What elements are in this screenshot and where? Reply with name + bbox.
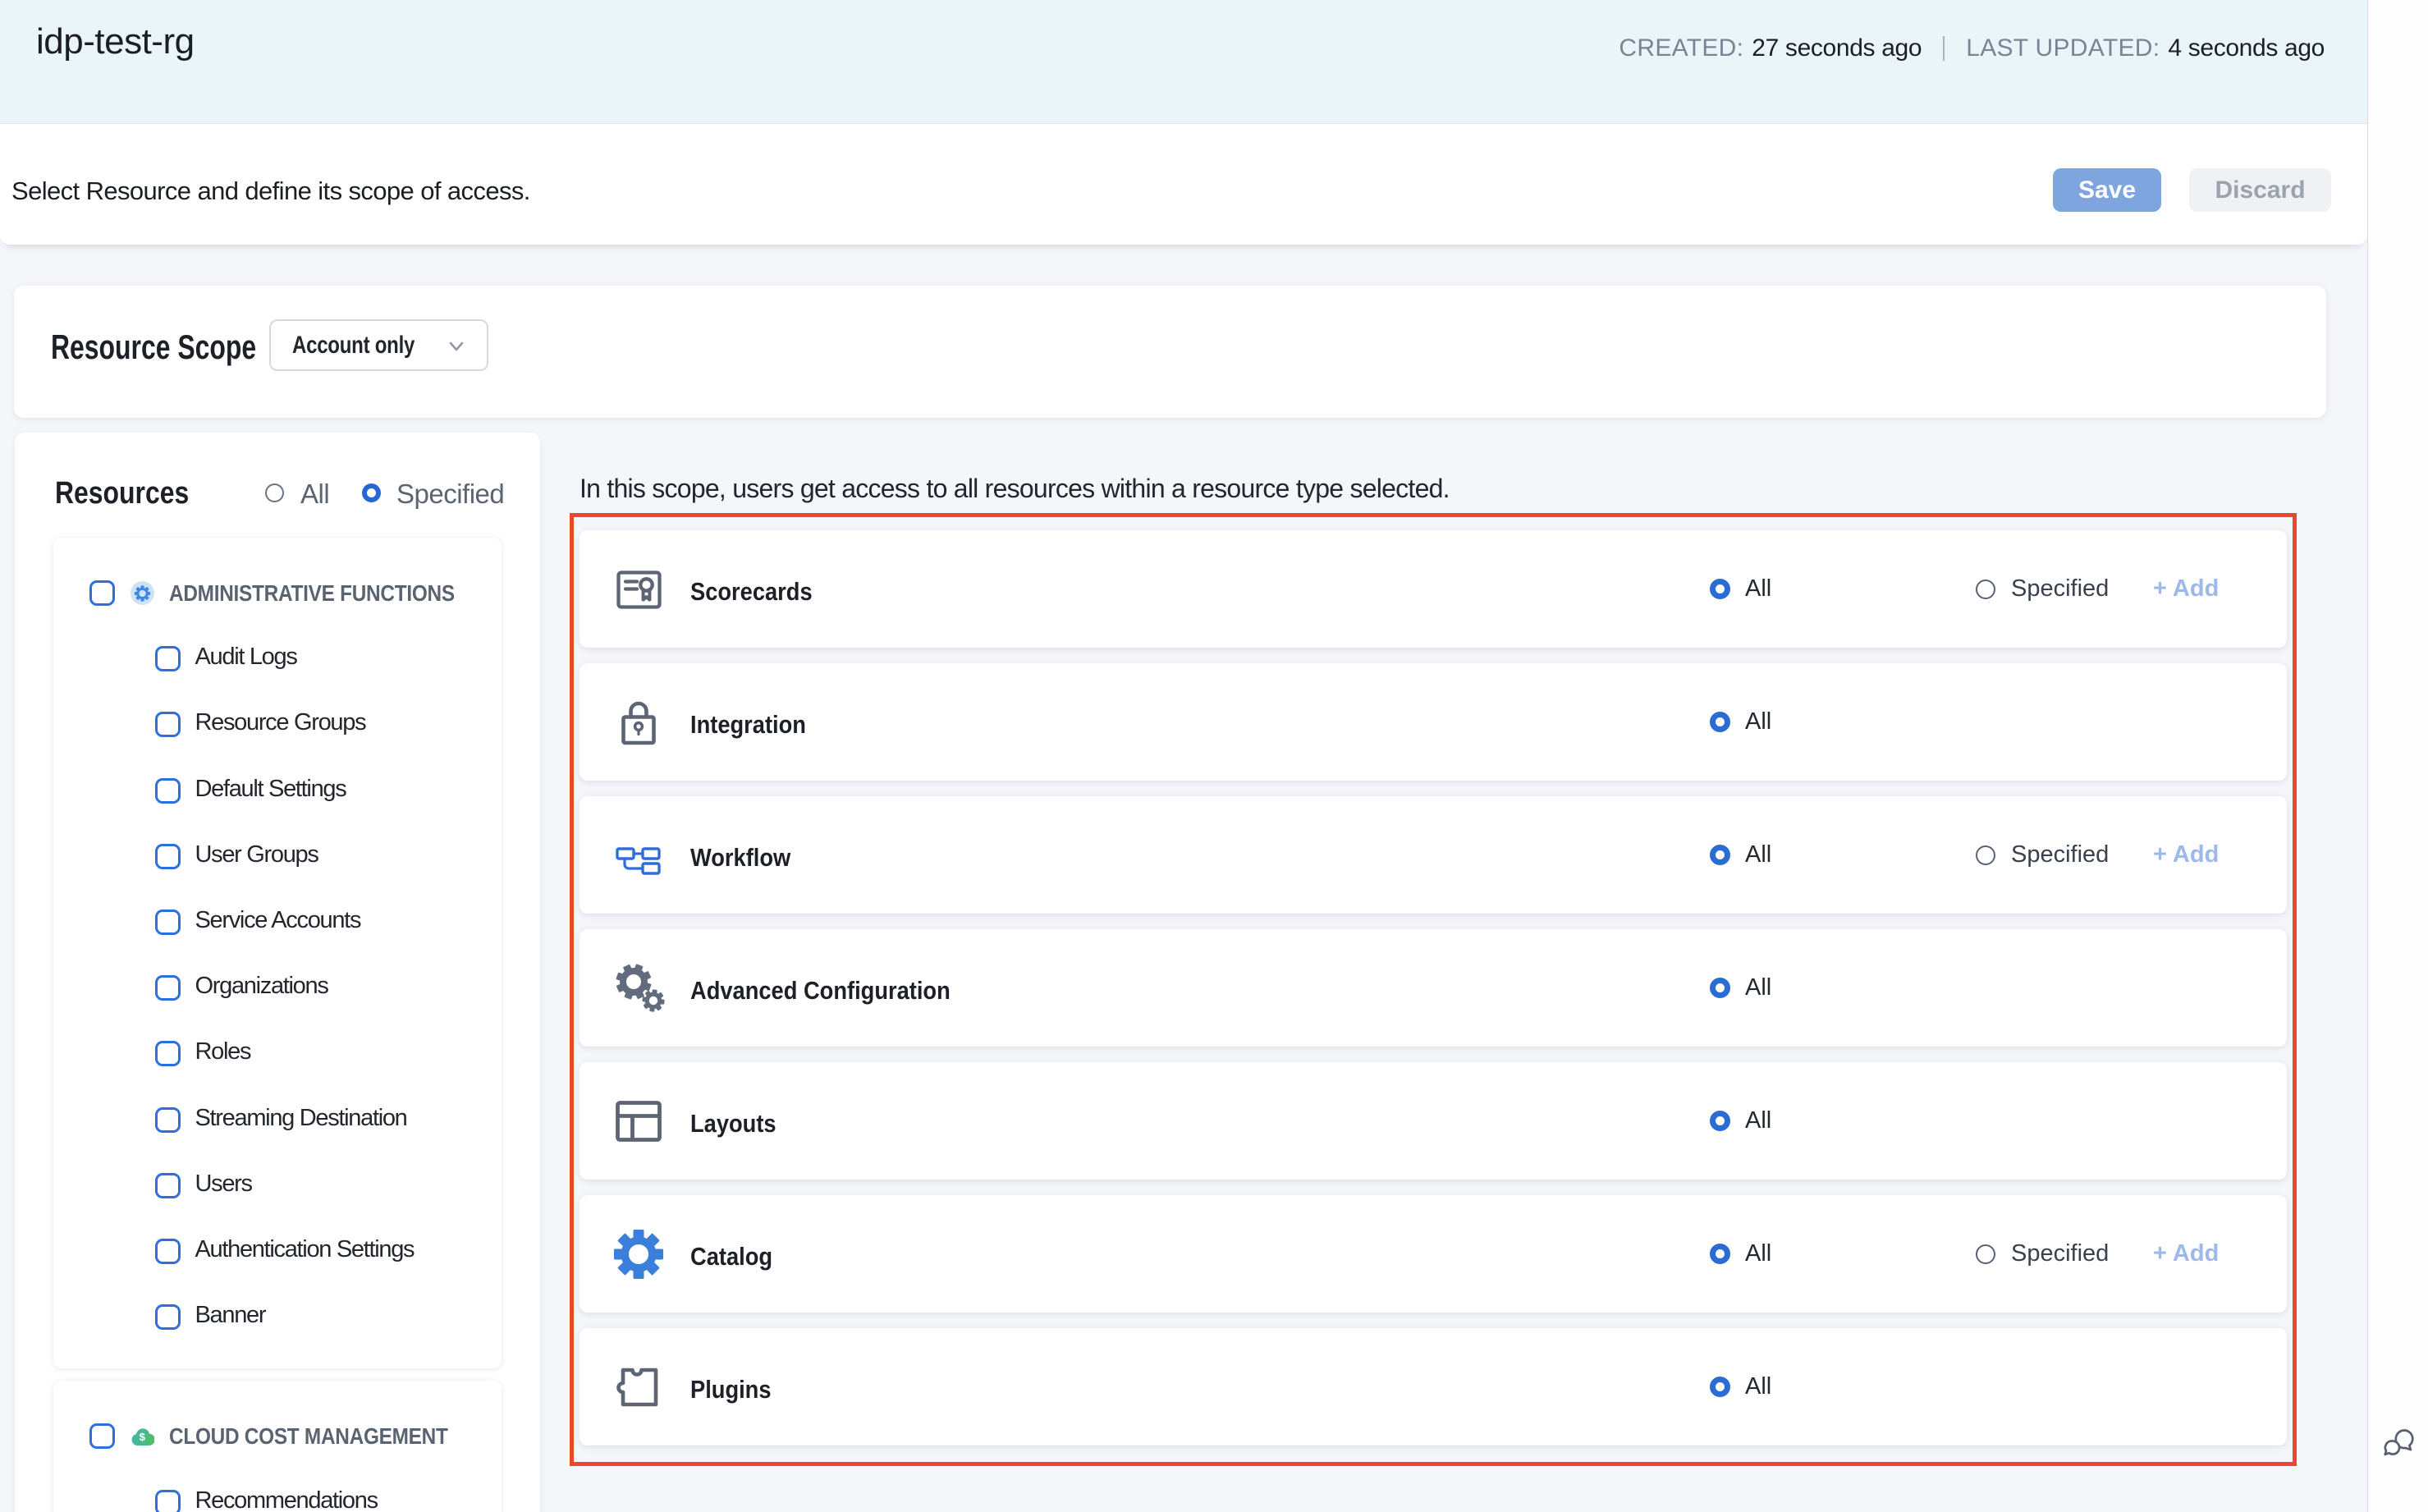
svg-text:$: $ xyxy=(140,1430,146,1442)
